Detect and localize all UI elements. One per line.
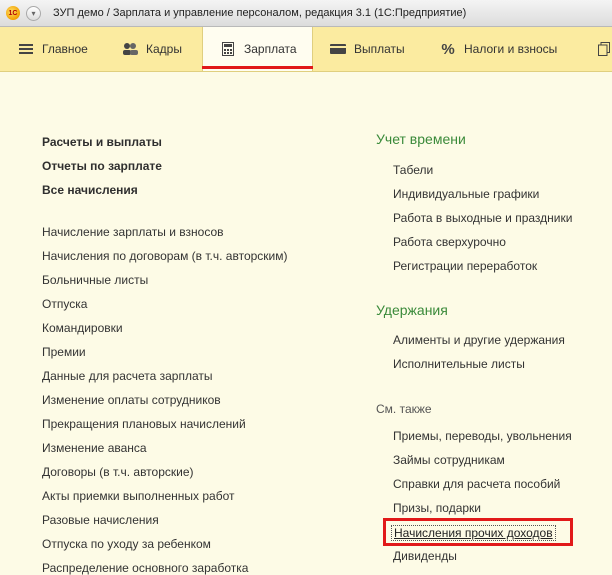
link-prizes-gifts[interactable]: Призы, подарки — [393, 501, 481, 515]
section-payments[interactable]: Выплаты — [330, 27, 405, 71]
section-label: Выплаты — [354, 42, 405, 56]
section-salary[interactable]: Зарплата — [202, 27, 313, 71]
link-individual-schedules[interactable]: Индивидуальные графики — [393, 187, 539, 201]
group-title-time: Учет времени — [376, 131, 466, 147]
link-timesheets[interactable]: Табели — [393, 163, 433, 177]
link-contracts[interactable]: Договоры (в т.ч. авторские) — [42, 465, 194, 479]
window-menu-button[interactable]: ▾ — [26, 5, 41, 21]
section-content: Расчеты и выплаты Отчеты по зарплате Все… — [0, 72, 612, 575]
link-weekend-work[interactable]: Работа в выходные и праздники — [393, 211, 572, 225]
link-dividends[interactable]: Дивиденды — [393, 549, 457, 563]
link-accrual-contracts[interactable]: Начисления по договорам (в т.ч. авторски… — [42, 249, 288, 263]
app-logo-icon[interactable]: 1С — [6, 6, 20, 20]
link-other-income-accruals[interactable]: Начисления прочих доходов — [391, 525, 556, 541]
link-bonuses[interactable]: Премии — [42, 345, 86, 359]
link-advance-change[interactable]: Изменение аванса — [42, 441, 147, 455]
link-benefit-certificates[interactable]: Справки для расчета пособий — [393, 477, 560, 491]
section-label: Кадры — [146, 42, 182, 56]
percent-icon: % — [441, 40, 455, 58]
section-label: Налоги и взносы — [464, 42, 558, 56]
section-label: Главное — [42, 42, 88, 56]
highlight-frame: Начисления прочих доходов — [383, 518, 573, 546]
people-icon — [122, 41, 138, 57]
link-acceptance-acts[interactable]: Акты приемки выполненных работ — [42, 489, 234, 503]
link-salary-data[interactable]: Данные для расчета зарплаты — [42, 369, 213, 383]
link-salary-reports[interactable]: Отчеты по зарплате — [42, 159, 162, 173]
link-business-trips[interactable]: Командировки — [42, 321, 123, 335]
link-alimony[interactable]: Алименты и другие удержания — [393, 333, 565, 347]
link-sick-leave[interactable]: Больничные листы — [42, 273, 148, 287]
section-main[interactable]: Главное — [18, 27, 88, 71]
window-titlebar: 1С ▾ ЗУП демо / Зарплата и управление пе… — [0, 0, 612, 27]
link-one-time-accruals[interactable]: Разовые начисления — [42, 513, 159, 527]
section-label: Зарплата — [244, 42, 297, 56]
calculator-icon — [220, 41, 236, 57]
section-more[interactable] — [596, 27, 612, 71]
link-writs[interactable]: Исполнительные листы — [393, 357, 525, 371]
link-overtime[interactable]: Работа сверхурочно — [393, 235, 506, 249]
link-accrual-salary[interactable]: Начисление зарплаты и взносов — [42, 225, 224, 239]
card-icon — [330, 41, 346, 57]
link-hiring-transfers[interactable]: Приемы, переводы, увольнения — [393, 429, 572, 443]
see-also-title: См. также — [376, 402, 432, 416]
hamburger-icon — [18, 41, 34, 57]
documents-icon — [596, 41, 612, 57]
link-pay-change[interactable]: Изменение оплаты сотрудников — [42, 393, 221, 407]
link-overwork-registrations[interactable]: Регистрации переработок — [393, 259, 537, 273]
window-title: ЗУП демо / Зарплата и управление персона… — [53, 7, 467, 19]
group-title-deductions: Удержания — [376, 302, 448, 318]
link-calc-payments[interactable]: Расчеты и выплаты — [42, 135, 162, 149]
link-all-accruals[interactable]: Все начисления — [42, 183, 138, 197]
link-earnings-distribution[interactable]: Распределение основного заработка — [42, 561, 248, 575]
section-taxes[interactable]: % Налоги и взносы — [440, 27, 557, 71]
section-personnel[interactable]: Кадры — [122, 27, 182, 71]
link-vacations[interactable]: Отпуска — [42, 297, 87, 311]
link-stop-accruals[interactable]: Прекращения плановых начислений — [42, 417, 246, 431]
link-employee-loans[interactable]: Займы сотрудникам — [393, 453, 505, 467]
active-section-underline — [202, 66, 313, 69]
link-childcare-leave[interactable]: Отпуска по уходу за ребенком — [42, 537, 211, 551]
